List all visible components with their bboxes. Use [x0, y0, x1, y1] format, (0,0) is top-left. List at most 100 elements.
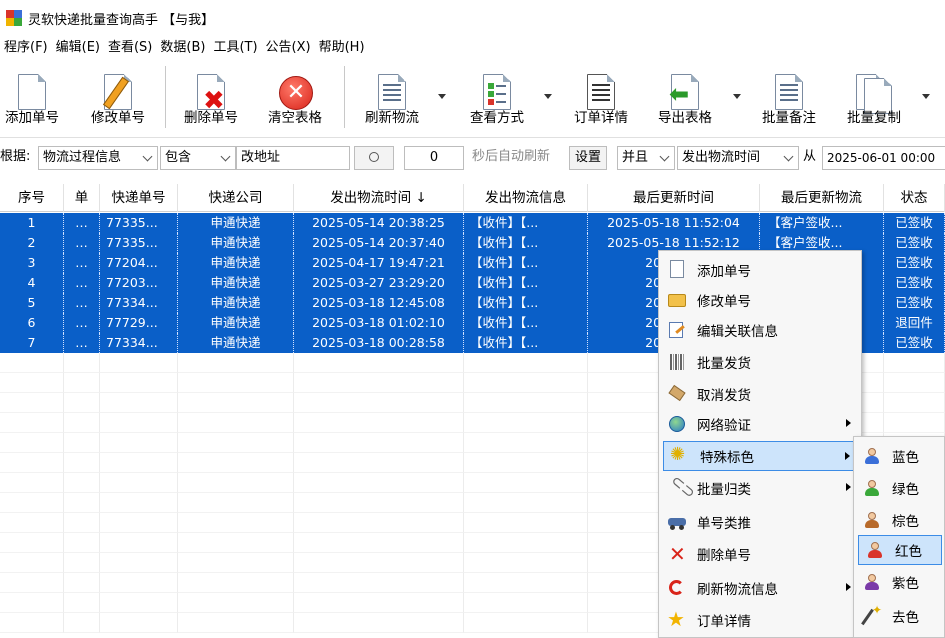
color-item-5[interactable]: ✦ 去色	[856, 601, 942, 631]
filter-label: 根据:	[0, 149, 31, 164]
context-item-5[interactable]: 网络验证	[661, 409, 859, 439]
cell-send-info	[464, 433, 588, 453]
cell-tracking-number	[100, 573, 178, 593]
cell-courier	[178, 533, 294, 553]
cell-courier	[178, 553, 294, 573]
batch-copy-button[interactable]: 批量复制	[838, 62, 910, 136]
second-field-select[interactable]: 发出物流时间	[677, 146, 799, 170]
cell-flag: …	[64, 253, 100, 273]
col-courier[interactable]: 快递公司	[178, 184, 294, 212]
from-date-input[interactable]: 2025-06-01 00:00	[822, 146, 945, 170]
cell-flag: …	[64, 313, 100, 333]
col-send-time[interactable]: 发出物流时间 ↓	[294, 184, 464, 212]
cell-seq	[0, 433, 64, 453]
context-item-8[interactable]: 单号类推	[661, 507, 859, 537]
magnifier-icon	[369, 152, 379, 162]
cell-flag: …	[64, 213, 100, 233]
order-detail-button[interactable]: 订单详情	[566, 62, 636, 136]
add-number-button[interactable]: 添加单号	[0, 62, 64, 136]
context-menu: 添加单号 修改单号编辑关联信息批量发货 取消发货 网络验证 ✺ 特殊标色 ⊂⊃ 批量归类 单号类…	[658, 250, 862, 638]
col-status[interactable]: 状态	[884, 184, 945, 212]
col-seq[interactable]: 序号	[0, 184, 64, 212]
refresh-seconds-input[interactable]: 0	[404, 146, 464, 170]
context-item-4[interactable]: 取消发货	[661, 379, 859, 409]
logic-select[interactable]: 并且	[617, 146, 675, 170]
cell-courier	[178, 373, 294, 393]
context-item-6[interactable]: ✺ 特殊标色	[663, 441, 859, 471]
cell-seq	[0, 413, 64, 433]
context-item-10[interactable]: 刷新物流信息	[661, 573, 859, 603]
col-last-update-time[interactable]: 最后更新时间	[588, 184, 760, 212]
cell-seq	[0, 573, 64, 593]
context-item-9[interactable]: ✕ 删除单号	[661, 539, 859, 569]
clear-table-button[interactable]: ✕ 清空表格	[262, 62, 328, 136]
color-item-1[interactable]: 绿色	[856, 473, 942, 503]
cell-tracking-number: 77204...	[100, 253, 178, 273]
delete-number-button[interactable]: ✖ 删除单号	[178, 62, 244, 136]
cell-flag: …	[64, 273, 100, 293]
context-item-1[interactable]: 修改单号	[661, 285, 859, 315]
menu-view[interactable]: 查看(S)	[104, 37, 156, 59]
context-item-0[interactable]: 添加单号	[661, 255, 859, 285]
cell-send-time: 2025-03-18 01:02:10	[294, 313, 464, 333]
col-tracking-number[interactable]: 快递单号	[100, 184, 178, 212]
cell-tracking-number	[100, 493, 178, 513]
cell-seq: 4	[0, 273, 64, 293]
context-item-7[interactable]: ⊂⊃ 批量归类	[661, 471, 859, 503]
menu-data[interactable]: 数据(B)	[156, 37, 209, 59]
table-row[interactable]: 1… 77335... 申通快递 2025-05-14 20:38:25 【收件】【..…	[0, 213, 945, 233]
cell-courier: 申通快递	[178, 293, 294, 313]
cell-send-info	[464, 513, 588, 533]
col-flag[interactable]: 单	[64, 184, 100, 212]
view-mode-button[interactable]: 查看方式	[462, 62, 532, 136]
batch-copy-dropdown-icon[interactable]	[922, 94, 930, 99]
context-item-11[interactable]: ★ 订单详情	[661, 605, 859, 635]
refresh-logistics-button[interactable]: 刷新物流	[356, 62, 428, 136]
search-button[interactable]	[354, 146, 394, 170]
cell-send-time	[294, 493, 464, 513]
toolbar: 添加单号 修改单号 ✖ 删除单号 ✕ 清空表格 刷新物流 查看方式 订单详情 ⬅…	[0, 60, 945, 138]
view-mode-dropdown-icon[interactable]	[544, 94, 552, 99]
refresh-dropdown-icon[interactable]	[438, 94, 446, 99]
color-item-4[interactable]: 紫色	[856, 567, 942, 597]
filter-field-select[interactable]: 物流过程信息	[38, 146, 158, 170]
export-dropdown-icon[interactable]	[733, 94, 741, 99]
chevron-down-icon	[220, 151, 231, 161]
color-item-0[interactable]: 蓝色	[856, 441, 942, 471]
app-window: 灵软快递批量查询高手 【与我】 程序(F) 编辑(E) 查看(S) 数据(B) …	[0, 0, 945, 638]
context-item-2[interactable]: 编辑关联信息	[661, 315, 859, 345]
context-item-label: 编辑关联信息	[697, 324, 778, 340]
export-table-button[interactable]: ⬅ 导出表格	[650, 62, 720, 136]
filter-value-input[interactable]: 改地址	[236, 146, 350, 170]
filter-op-select[interactable]: 包含	[160, 146, 236, 170]
from-label: 从	[803, 149, 817, 164]
color-item-3[interactable]: 红色	[858, 535, 942, 565]
col-last-update-info[interactable]: 最后更新物流	[760, 184, 884, 212]
cell-courier	[178, 353, 294, 373]
cell-seq	[0, 353, 64, 373]
menu-edit[interactable]: 编辑(E)	[52, 37, 104, 59]
cell-seq: 6	[0, 313, 64, 333]
menu-help[interactable]: 帮助(H)	[315, 37, 369, 59]
cell-send-info	[464, 353, 588, 373]
context-item-label: 订单详情	[697, 614, 751, 630]
cell-status	[884, 353, 945, 373]
menu-program[interactable]: 程序(F)	[0, 37, 52, 59]
refresh-logistics-label: 刷新物流	[365, 110, 419, 126]
context-item-3[interactable]: 批量发货	[661, 347, 859, 377]
title-bar: 灵软快递批量查询高手 【与我】	[0, 0, 945, 36]
cell-seq	[0, 493, 64, 513]
col-send-info[interactable]: 发出物流信息	[464, 184, 588, 212]
menu-bar: 程序(F) 编辑(E) 查看(S) 数据(B) 工具(T) 公告(X) 帮助(H…	[0, 36, 945, 60]
submenu-arrow-icon	[846, 483, 851, 491]
cell-flag	[64, 513, 100, 533]
menu-notice[interactable]: 公告(X)	[262, 37, 315, 59]
edit-number-button[interactable]: 修改单号	[86, 62, 150, 136]
cell-courier	[178, 393, 294, 413]
cell-courier: 申通快递	[178, 233, 294, 253]
cell-send-info: 【收件】【...	[464, 213, 588, 233]
menu-tools[interactable]: 工具(T)	[209, 37, 261, 59]
color-item-2[interactable]: 棕色	[856, 505, 942, 535]
batch-note-button[interactable]: 批量备注	[754, 62, 824, 136]
settings-button[interactable]: 设置	[569, 146, 607, 170]
